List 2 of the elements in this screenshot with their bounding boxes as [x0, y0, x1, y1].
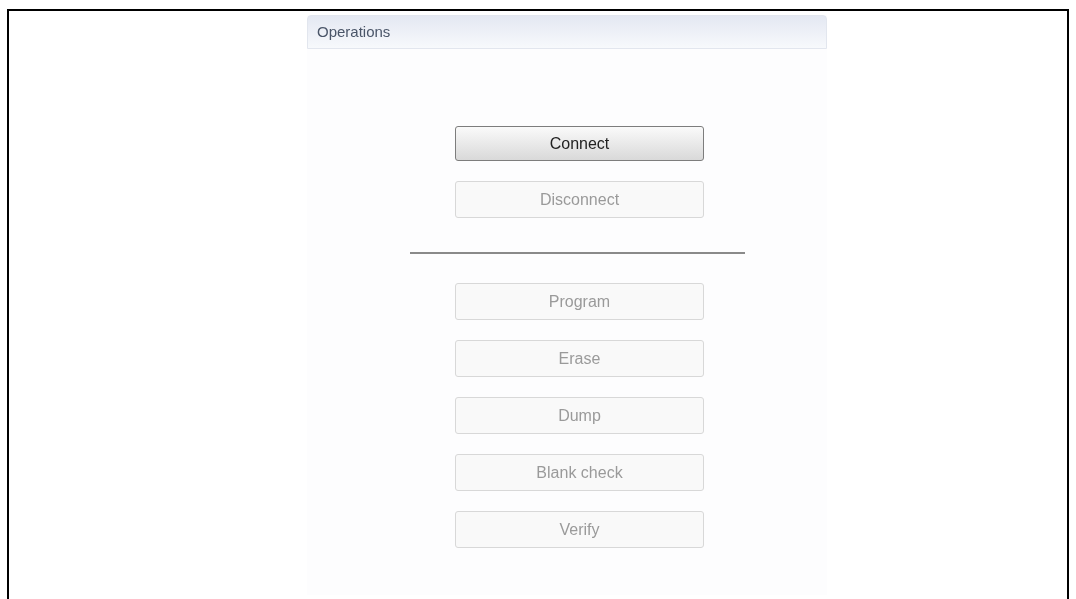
operation-button[interactable]: Connect — [455, 126, 704, 161]
panel-header: Operations — [307, 15, 827, 49]
